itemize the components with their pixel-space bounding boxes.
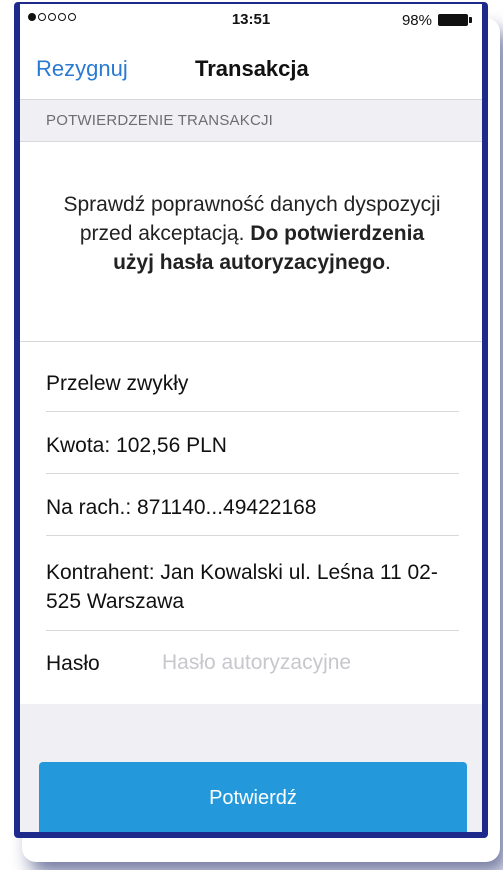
transfer-amount: Kwota: 102,56 PLN [46, 434, 227, 457]
phone-screen: 13:51 98% Rezygnuj Transakcja POTWIERDZE… [20, 4, 482, 832]
contractor-details: Kontrahent: Jan Kowalski ul. Leśna 11 02… [46, 561, 438, 613]
battery-percent: 98% [401, 12, 432, 29]
battery-icon [438, 14, 472, 26]
section-header-label: POTWIERDZENIE TRANSAKCJI [46, 112, 274, 129]
divider [20, 341, 482, 342]
recipient-account: Na rach.: 871140...49422168 [46, 496, 317, 519]
cancel-button[interactable]: Rezygnuj [36, 56, 128, 82]
page-title: Transakcja [195, 56, 309, 81]
row-divider [46, 473, 459, 474]
confirm-button[interactable]: Potwierdź [39, 762, 467, 832]
password-input[interactable] [162, 646, 452, 680]
row-divider [46, 630, 459, 631]
row-divider [46, 535, 459, 536]
transfer-type: Przelew zwykły [46, 372, 189, 395]
password-label: Hasło [46, 652, 100, 675]
navigation-bar: Rezygnuj Transakcja [20, 36, 482, 100]
status-bar: 13:51 98% [20, 4, 482, 36]
section-header: POTWIERDZENIE TRANSAKCJI [20, 100, 482, 142]
confirmation-instructions: Sprawdź poprawność danych dyspozycji prz… [63, 193, 441, 274]
row-divider [46, 411, 459, 412]
